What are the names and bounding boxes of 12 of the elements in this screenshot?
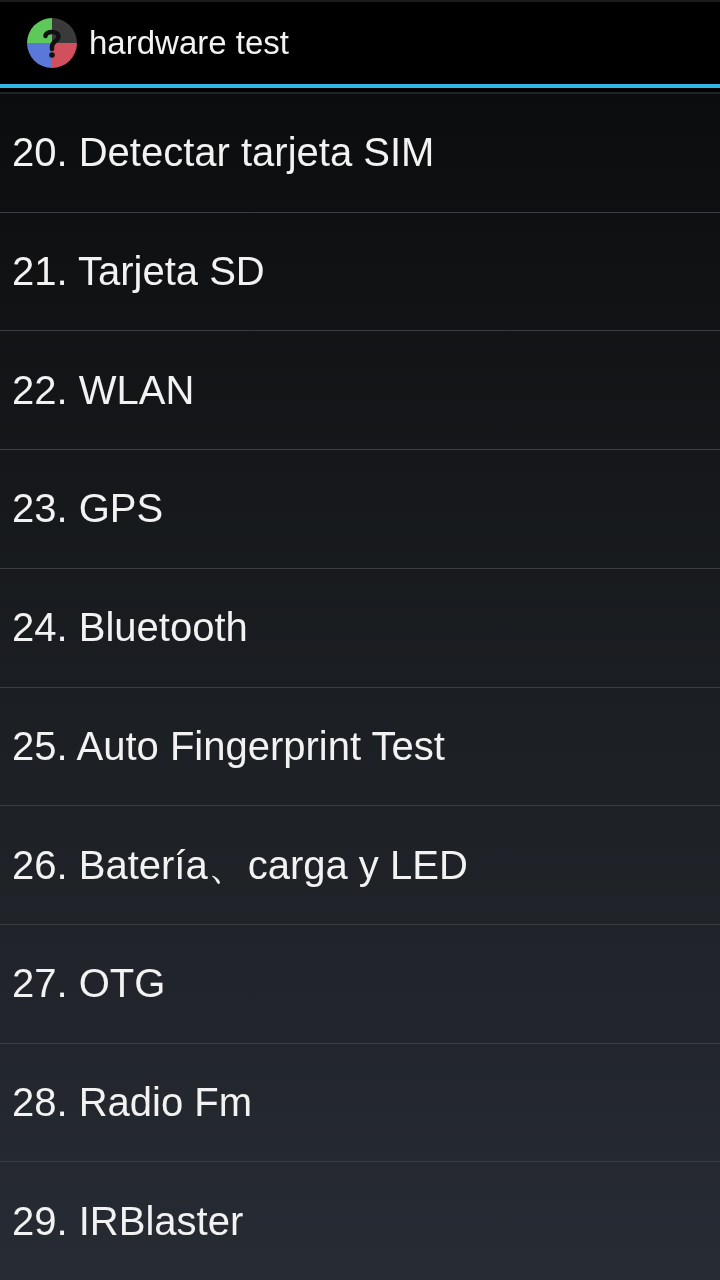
test-list-item[interactable]: 20. Detectar tarjeta SIM: [0, 94, 720, 213]
test-list-item[interactable]: 25. Auto Fingerprint Test: [0, 687, 720, 807]
question-mark-icon: [27, 18, 77, 68]
test-list-item[interactable]: 24. Bluetooth: [0, 568, 720, 688]
test-list-item[interactable]: 27. OTG: [0, 924, 720, 1044]
test-list-item[interactable]: 21. Tarjeta SD: [0, 212, 720, 332]
app-title: hardware test: [89, 23, 289, 63]
test-list-item[interactable]: 26. Batería、carga y LED: [0, 806, 720, 925]
test-list-item[interactable]: 29. IRBlaster: [0, 1162, 720, 1280]
test-list-item[interactable]: 22. WLAN: [0, 331, 720, 451]
test-list-item[interactable]: 28. Radio Fm: [0, 1043, 720, 1163]
test-list-item[interactable]: 23. GPS: [0, 450, 720, 569]
